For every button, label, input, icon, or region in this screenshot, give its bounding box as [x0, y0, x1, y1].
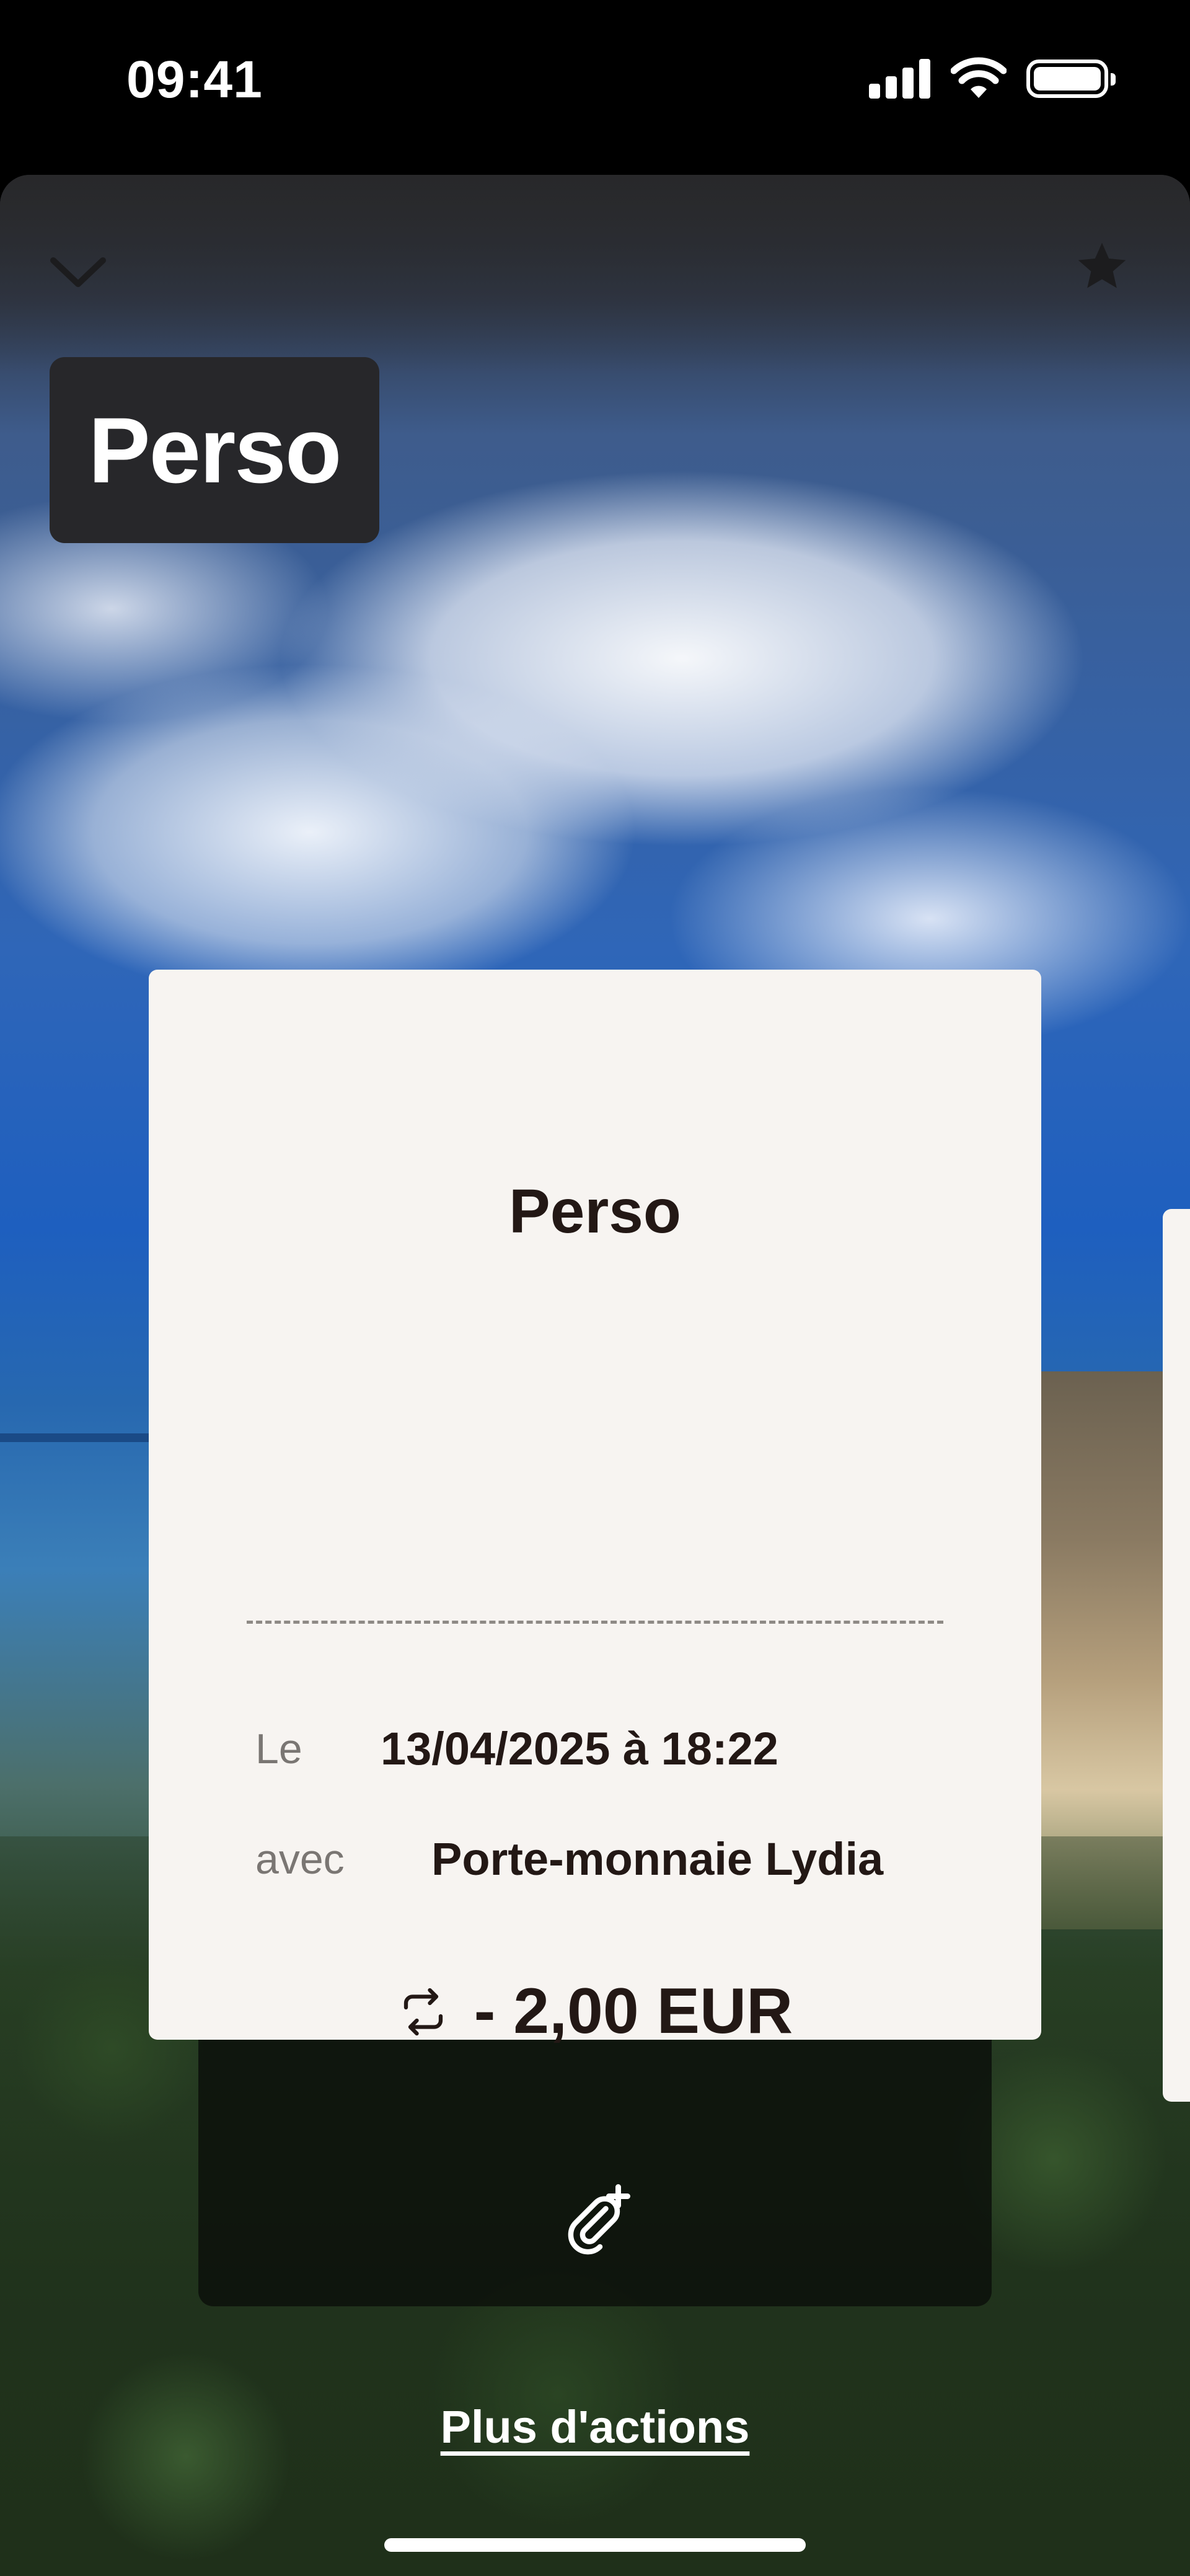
date-label: Le [255, 1725, 302, 1773]
dashed-divider [247, 1621, 943, 1624]
star-icon [1078, 242, 1126, 288]
badge-title: Perso [88, 397, 342, 502]
favorite-button[interactable] [1066, 231, 1138, 303]
chevron-down-icon [50, 257, 106, 287]
collapse-button[interactable] [42, 237, 114, 309]
signal-icon [869, 59, 931, 99]
add-attachment-button[interactable] [552, 2176, 638, 2263]
home-indicator[interactable] [384, 2538, 806, 2552]
attachment-add-icon [568, 2184, 630, 2255]
date-value: 13/04/2025 à 18:22 [381, 1723, 778, 1774]
top-shade [0, 175, 1190, 373]
title-badge: Perso [50, 357, 379, 543]
more-actions-link[interactable]: Plus d'actions [0, 2401, 1190, 2453]
with-label: avec [255, 1836, 345, 1883]
battery-icon [1026, 60, 1116, 98]
wifi-icon [951, 57, 1007, 98]
with-value: Porte-monnaie Lydia [431, 1833, 884, 1885]
amount-value: - 2,00 EUR [474, 1975, 793, 2047]
repeat-icon [403, 1988, 443, 2035]
card-title: Perso [509, 1177, 681, 1246]
status-bar: 09:41 [0, 0, 1190, 175]
next-card-edge[interactable] [1163, 1209, 1190, 2102]
amount-row: - 2,00 EUR [0, 1975, 1190, 2048]
status-time: 09:41 [126, 50, 263, 108]
